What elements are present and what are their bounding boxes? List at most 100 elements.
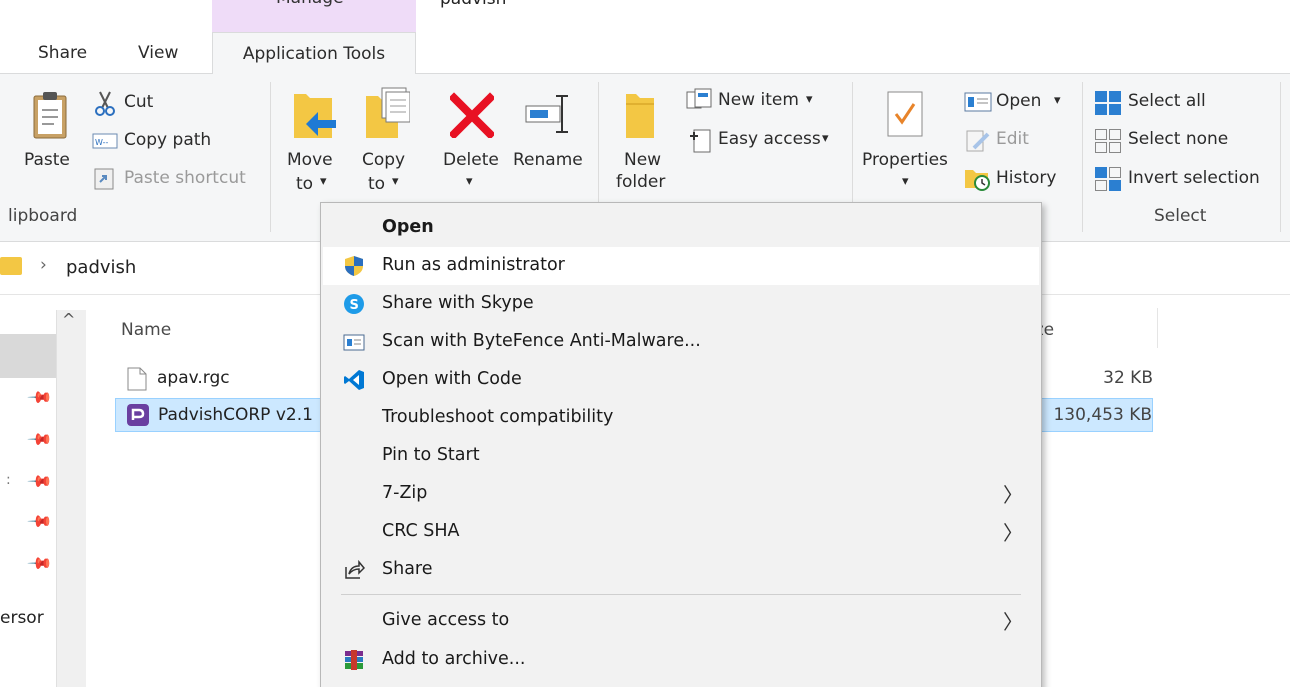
menu-item-add-to-archive[interactable]: Add to archive... [323,641,1039,679]
rename-icon [525,95,568,133]
copy-to-label-1: Copy [362,150,406,170]
select-none-label: Select none [1128,129,1229,149]
manage-context-tab[interactable]: Manage [212,0,416,32]
copy-to-icon [366,87,410,138]
properties-label: Properties [862,150,948,170]
menu-item-open-with-code[interactable]: Open with Code [323,361,1039,399]
context-menu: Open Run as administrator S Share with S… [320,202,1042,687]
select-group-label: Select [1154,206,1207,226]
select-all-icon [1095,91,1121,115]
copy-path-label: Copy path [124,130,212,150]
chevron-down-icon: ▾ [1054,93,1061,108]
chevron-down-icon: ▾ [902,174,909,189]
menu-item-label: Add to archive... [382,649,526,669]
vscode-icon [344,370,364,390]
open-icon [964,92,992,112]
paste-shortcut-label: Paste shortcut [124,168,246,188]
submenu-arrow-icon: 〉 [1003,521,1023,545]
delete-label: Delete [443,150,499,170]
chevron-down-icon: ▾ [392,174,399,189]
menu-item-label: Open [382,217,434,237]
menu-item-label: Share with Skype [382,293,534,313]
clipboard-icon [33,92,67,139]
skype-icon: S [344,294,364,314]
menu-item-pin-to-start[interactable]: Pin to Start [323,437,1039,475]
file-name: apav.rgc [157,368,230,388]
copy-path-icon: W-- [92,133,118,149]
menu-item-label: 7-Zip [382,483,428,503]
menu-item-label: Share [382,559,433,579]
history-label: History [996,168,1057,188]
ribbon-tab-row: Share View Application Tools [0,32,1290,75]
clipboard-group-label: lipboard [8,206,78,226]
move-to-icon [294,94,336,138]
tab-application-tools[interactable]: Application Tools [212,32,416,75]
menu-item-label: Troubleshoot compatibility [382,407,614,427]
folder-icon [0,257,22,275]
breadcrumb-chevron-icon[interactable]: › [40,255,47,275]
menu-item-troubleshoot-compatibility[interactable]: Troubleshoot compatibility [323,399,1039,437]
history-icon [965,170,990,191]
pin-icon[interactable]: 📌 [26,550,54,578]
menu-item-label: CRC SHA [382,521,460,541]
invert-selection-icon [1095,167,1121,191]
menu-item-scan-bytefence[interactable]: Scan with ByteFence Anti-Malware... [323,323,1039,361]
padvish-app-icon [127,404,149,426]
chevron-down-icon: ▾ [466,174,473,189]
nav-scrollbar[interactable] [56,310,86,687]
new-folder-label-1: New [624,150,662,170]
tab-share[interactable]: Share [38,32,87,74]
nav-partial-label: : [6,472,11,488]
select-all-label: Select all [1128,91,1206,111]
copy-to-label-2: to [368,174,386,194]
column-separator[interactable] [1157,308,1158,348]
menu-item-label: Give access to [382,610,510,630]
properties-icon [887,91,923,137]
file-name: PadvishCORP v2.1 [158,405,313,425]
menu-item-share[interactable]: Share [323,551,1039,589]
submenu-arrow-icon: 〉 [1003,483,1023,507]
nav-selected-item[interactable] [0,334,56,378]
ribbon-separator [1082,82,1083,232]
pin-icon[interactable]: 📌 [26,508,54,536]
invert-selection-label: Invert selection [1128,168,1260,188]
chevron-down-icon: ▾ [320,174,327,189]
menu-item-label: Scan with ByteFence Anti-Malware... [382,331,701,351]
ribbon-separator [1280,82,1281,232]
new-folder-label-2: folder [616,172,666,192]
ribbon-separator [270,82,271,232]
share-icon [345,559,365,579]
manage-context-label: Manage [276,0,344,8]
edit-label: Edit [996,129,1029,149]
bytefence-icon [343,334,365,351]
svg-text:W--: W-- [95,138,108,147]
paste-shortcut-icon [94,168,114,190]
nav-item-personal[interactable]: ersor [0,608,44,628]
navigation-pane: ^ 📌 📌 📌 📌 📌 : ersor [0,296,110,687]
easy-access-label: Easy access [718,129,821,149]
easy-access-icon [690,129,711,153]
scissors-icon [95,91,115,116]
menu-item-run-as-administrator[interactable]: Run as administrator [323,247,1039,285]
pin-icon[interactable]: 📌 [26,468,54,496]
menu-item-share-with-skype[interactable]: S Share with Skype [323,285,1039,323]
breadcrumb-padvish[interactable]: padvish [66,257,136,278]
chevron-down-icon: ▾ [822,131,829,146]
tab-view[interactable]: View [138,32,178,74]
menu-item-7-zip[interactable]: 7-Zip 〉 [323,475,1039,513]
pin-icon[interactable]: 📌 [26,426,54,454]
scroll-up-arrow-icon[interactable]: ^ [62,310,75,329]
select-none-icon [1095,129,1121,153]
new-item-icon [686,88,712,109]
move-to-label-2: to [296,174,314,194]
file-icon [127,367,147,391]
column-header-name[interactable]: Name [121,320,171,340]
uac-shield-icon [345,256,363,276]
menu-item-give-access-to[interactable]: Give access to 〉 [323,602,1039,640]
menu-separator [341,594,1021,595]
menu-item-open[interactable]: Open [323,209,1039,247]
pin-icon[interactable]: 📌 [26,384,54,412]
rename-label: Rename [513,150,583,170]
move-to-label-1: Move [287,150,333,170]
menu-item-crc-sha[interactable]: CRC SHA 〉 [323,513,1039,551]
